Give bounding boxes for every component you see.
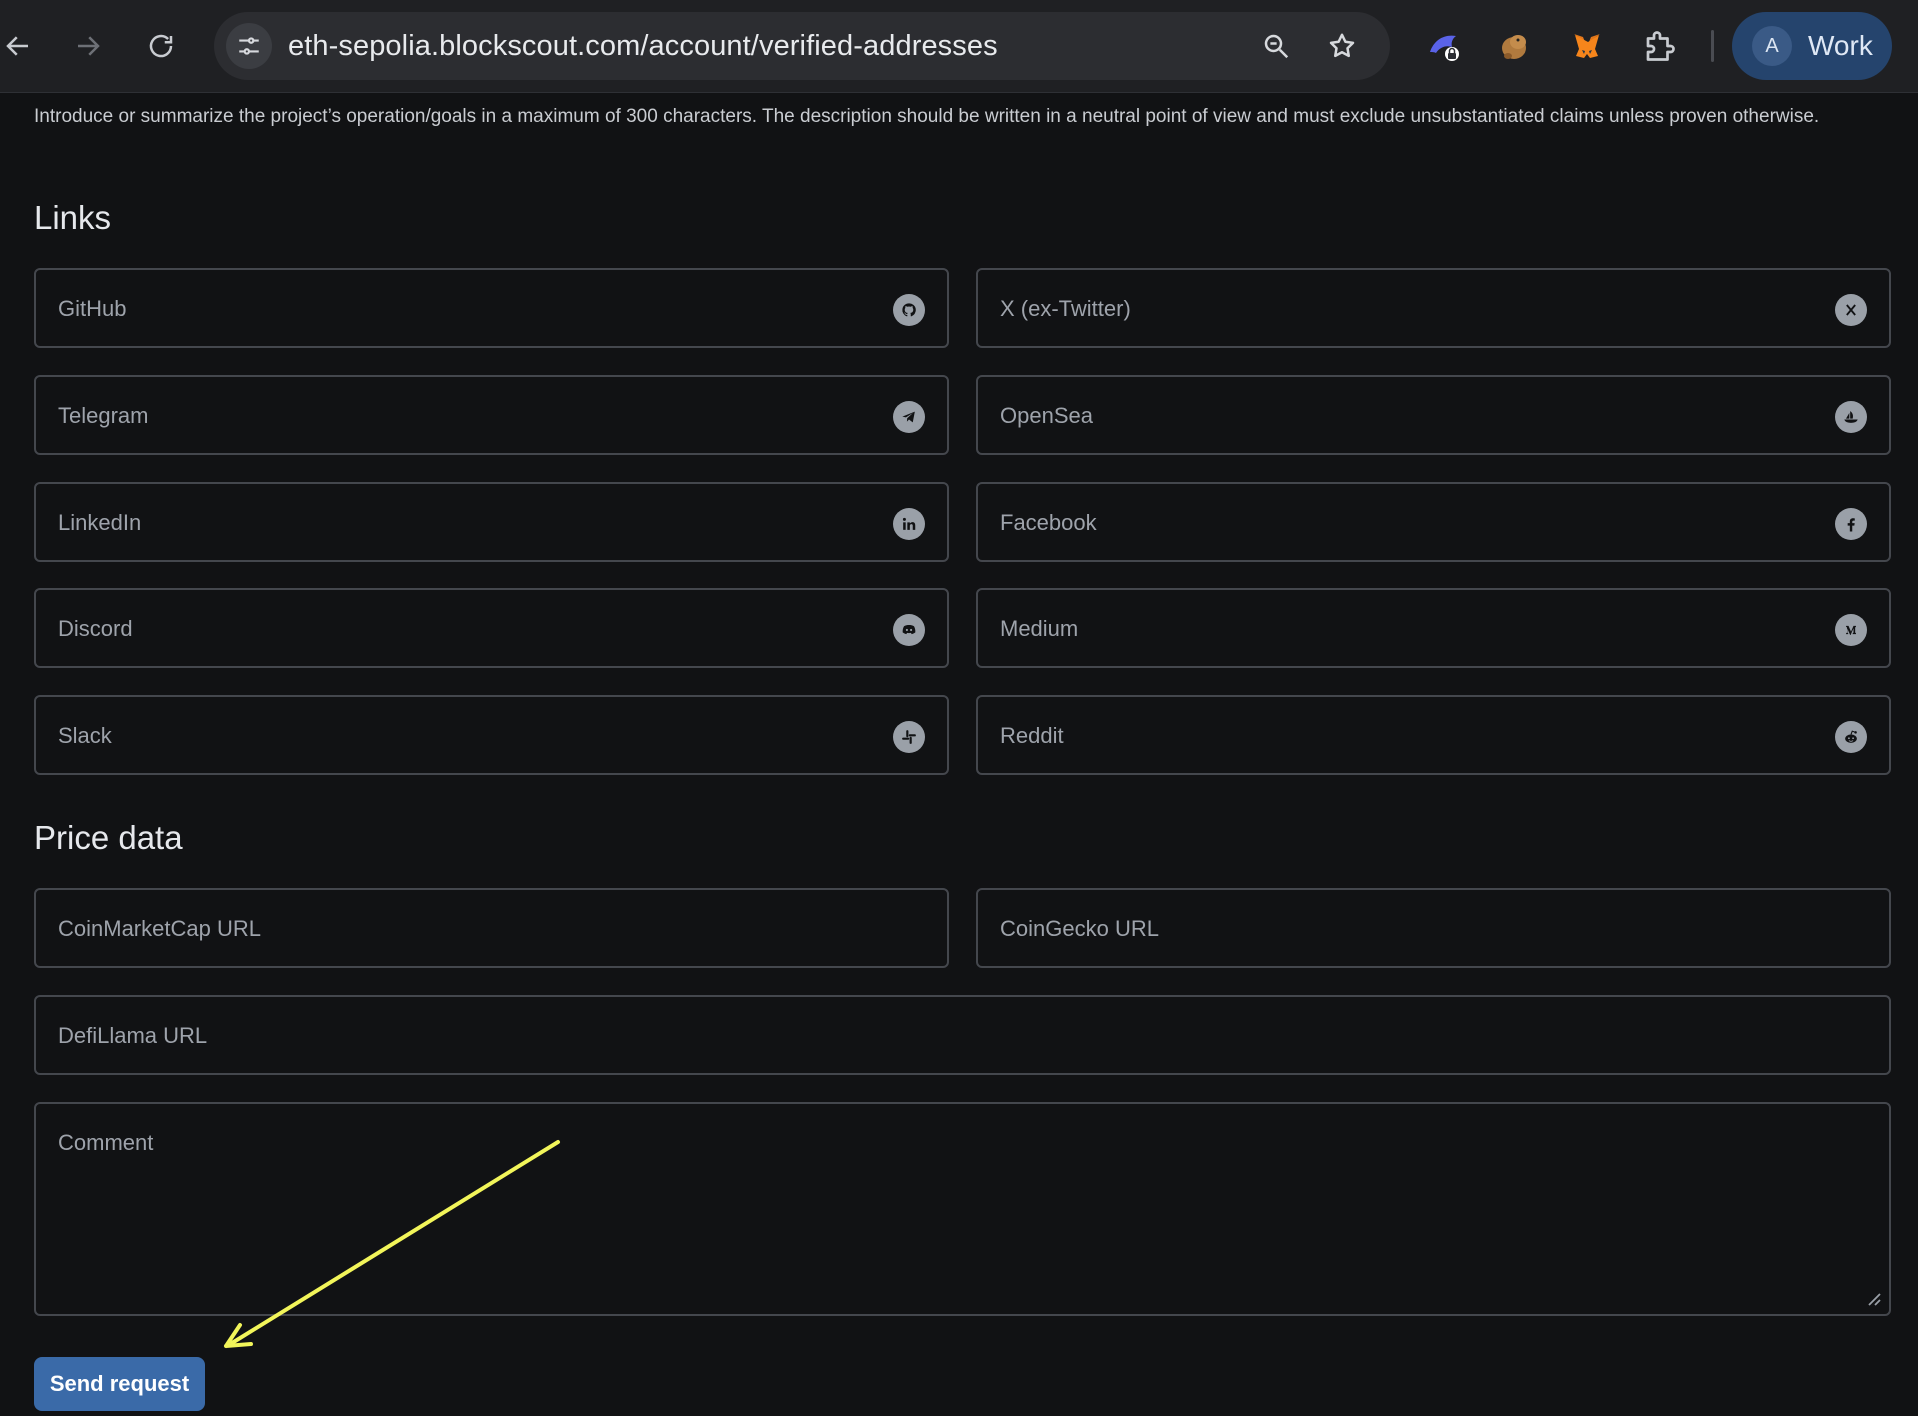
github-icon xyxy=(893,294,925,326)
arrow-right-icon xyxy=(78,36,100,56)
site-info-icon[interactable] xyxy=(226,23,272,69)
x-twitter-label: X (ex-Twitter) xyxy=(1000,296,1131,321)
medium-icon xyxy=(1835,614,1867,646)
facebook-field[interactable]: Facebook xyxy=(976,482,1891,562)
telegram-icon xyxy=(893,401,925,433)
discord-icon xyxy=(893,614,925,646)
profile-name: Work xyxy=(1808,30,1873,61)
opensea-field[interactable]: OpenSea xyxy=(976,375,1891,455)
slack-field[interactable]: Slack xyxy=(34,695,949,775)
coingecko-url-field[interactable]: CoinGecko URL xyxy=(976,888,1891,968)
toolbar-divider xyxy=(1711,30,1714,62)
bookmark-star-icon[interactable] xyxy=(1322,26,1362,66)
slack-icon xyxy=(893,721,925,753)
resize-handle-icon[interactable] xyxy=(1865,1290,1881,1306)
github-label: GitHub xyxy=(58,296,127,321)
url-text[interactable]: eth-sepolia.blockscout.com/account/verif… xyxy=(288,30,998,63)
facebook-icon xyxy=(1835,508,1867,540)
profile-button[interactable]: A Work xyxy=(1732,12,1892,80)
arrow-left-icon xyxy=(6,36,28,56)
medium-field[interactable]: Medium xyxy=(976,588,1891,668)
reload-button[interactable] xyxy=(139,24,183,68)
links-section-title: Links xyxy=(34,199,112,236)
github-field[interactable]: GitHub xyxy=(34,268,949,348)
discord-label: Discord xyxy=(58,616,133,641)
linkedin-field[interactable]: LinkedIn xyxy=(34,482,949,562)
reddit-label: Reddit xyxy=(1000,723,1064,748)
medium-label: Medium xyxy=(1000,616,1079,641)
comment-label: Comment xyxy=(58,1130,154,1155)
telegram-field[interactable]: Telegram xyxy=(34,375,949,455)
linkedin-icon xyxy=(893,508,925,540)
defillama-url-field[interactable]: DefiLlama URL xyxy=(34,995,1891,1075)
extensions-puzzle-icon[interactable] xyxy=(1638,24,1682,68)
price-data-section-title: Price data xyxy=(34,819,183,856)
zoom-icon[interactable] xyxy=(1256,26,1296,66)
comment-textarea[interactable]: Comment xyxy=(34,1102,1891,1316)
reddit-icon xyxy=(1835,721,1867,753)
extension-shark-icon[interactable] xyxy=(1422,24,1466,68)
address-bar[interactable]: eth-sepolia.blockscout.com/account/verif… xyxy=(214,12,1390,80)
extension-capybara-icon[interactable] xyxy=(1492,24,1536,68)
discord-field[interactable]: Discord xyxy=(34,588,949,668)
avatar: A xyxy=(1752,26,1792,66)
coinmarketcap-url-label: CoinMarketCap URL xyxy=(58,916,261,941)
coinmarketcap-url-field[interactable]: CoinMarketCap URL xyxy=(34,888,949,968)
reddit-field[interactable]: Reddit xyxy=(976,695,1891,775)
coingecko-url-label: CoinGecko URL xyxy=(1000,916,1159,941)
forward-button[interactable] xyxy=(66,24,110,68)
opensea-label: OpenSea xyxy=(1000,403,1093,428)
defillama-url-label: DefiLlama URL xyxy=(58,1023,208,1048)
back-button[interactable] xyxy=(0,24,40,68)
opensea-icon xyxy=(1835,401,1867,433)
x-twitter-icon xyxy=(1835,294,1867,326)
slack-label: Slack xyxy=(58,723,112,748)
telegram-label: Telegram xyxy=(58,403,149,428)
extension-metamask-icon[interactable] xyxy=(1565,24,1609,68)
reload-icon xyxy=(149,34,173,58)
x-twitter-field[interactable]: X (ex-Twitter) xyxy=(976,268,1891,348)
linkedin-label: LinkedIn xyxy=(58,510,142,535)
browser-toolbar: eth-sepolia.blockscout.com/account/verif… xyxy=(0,0,1918,93)
facebook-label: Facebook xyxy=(1000,510,1097,535)
send-request-button[interactable]: Send request xyxy=(34,1357,205,1411)
description-hint: Introduce or summarize the project’s ope… xyxy=(34,106,1820,127)
